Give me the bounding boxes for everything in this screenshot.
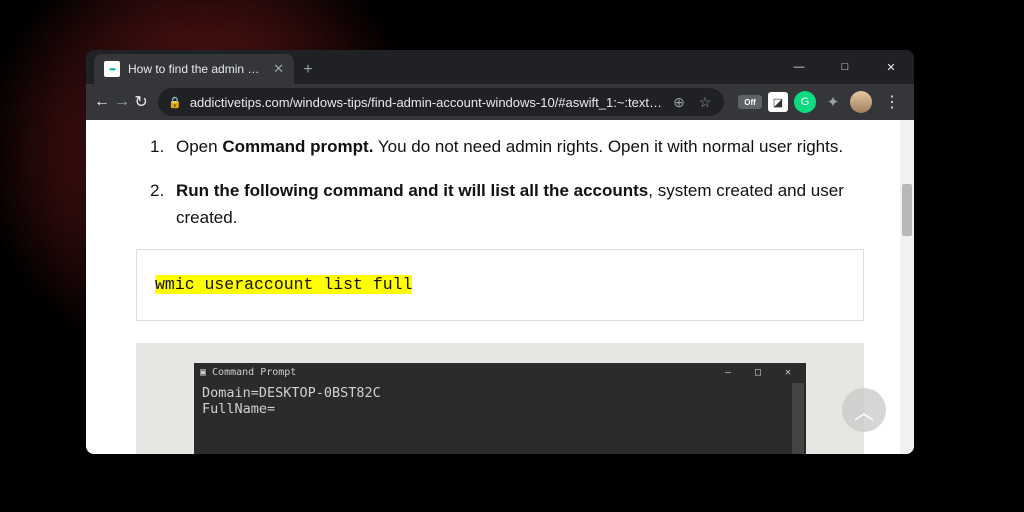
cmd-title: Command Prompt [212, 365, 296, 381]
step-number: 2. [150, 178, 164, 204]
article-body: 1. Open Command prompt. You do not need … [86, 120, 914, 454]
cmd-icon: ▣ [200, 365, 206, 381]
step-bold: Command prompt. [222, 137, 373, 156]
extensions-puzzle-icon[interactable]: ✦ [822, 91, 844, 113]
code-block: wmic useraccount list full [136, 249, 864, 321]
window-controls: — □ ✕ [776, 50, 914, 84]
list-item: 2. Run the following command and it will… [136, 178, 864, 231]
zoom-icon[interactable]: ⊕ [670, 94, 688, 111]
cmd-output: Domain=DESKTOP-0BST82C FullName= [194, 383, 806, 421]
new-tab-button[interactable]: + [294, 56, 322, 84]
cmd-maximize-button: □ [746, 365, 770, 381]
cmd-titlebar: ▣ Command Prompt — □ ✕ [194, 363, 806, 383]
close-window-button[interactable]: ✕ [868, 50, 914, 84]
back-to-top-button[interactable]: ︿ [842, 388, 886, 432]
cmd-minimize-button: — [716, 365, 740, 381]
browser-window: — □ ✕ ••• How to find the admin account … [86, 50, 914, 454]
cmd-line: Domain=DESKTOP-0BST82C [202, 385, 798, 402]
tab-title: How to find the admin account o [128, 62, 265, 76]
step-bold: Run the following command and it will li… [176, 181, 648, 200]
profile-avatar[interactable] [850, 91, 872, 113]
step-tail: You do not need admin rights. Open it wi… [373, 137, 843, 156]
minimize-button[interactable]: — [776, 50, 822, 84]
browser-tab[interactable]: ••• How to find the admin account o ✕ [94, 54, 294, 84]
reload-button[interactable]: ↻ [134, 88, 148, 116]
extensions-row: Off ◪ G ✦ ⋮ [734, 91, 906, 113]
cmd-scrollbar [792, 383, 804, 454]
favicon-icon: ••• [104, 61, 120, 77]
back-button[interactable]: ← [94, 88, 110, 116]
page-content: 1. Open Command prompt. You do not need … [86, 120, 914, 454]
list-item: 1. Open Command prompt. You do not need … [136, 134, 864, 160]
step-number: 1. [150, 134, 164, 160]
page-scrollbar[interactable] [900, 120, 914, 454]
maximize-button[interactable]: □ [822, 50, 868, 84]
command-prompt-window: ▣ Command Prompt — □ ✕ Domain=DESKTOP-0B… [194, 363, 806, 454]
chrome-menu-button[interactable]: ⋮ [878, 92, 906, 112]
grammarly-icon[interactable]: G [794, 91, 816, 113]
cmd-line: FullName= [202, 401, 798, 418]
forward-button[interactable]: → [114, 88, 130, 116]
url-text: addictivetips.com/windows-tips/find-admi… [190, 95, 662, 110]
scrollbar-thumb[interactable] [902, 184, 912, 236]
embedded-screenshot: ▣ Command Prompt — □ ✕ Domain=DESKTOP-0B… [136, 343, 864, 454]
address-bar[interactable]: 🔒 addictivetips.com/windows-tips/find-ad… [158, 88, 724, 116]
lock-icon: 🔒 [168, 96, 182, 109]
close-tab-button[interactable]: ✕ [273, 61, 284, 77]
extension-off-badge[interactable]: Off [738, 95, 762, 109]
step-text: Open [176, 137, 222, 156]
extension-icon[interactable]: ◪ [768, 92, 788, 112]
bookmark-star-icon[interactable]: ☆ [696, 94, 714, 111]
cmd-close-button: ✕ [776, 365, 800, 381]
toolbar: ← → ↻ 🔒 addictivetips.com/windows-tips/f… [86, 84, 914, 120]
highlighted-code: wmic useraccount list full [155, 275, 412, 294]
